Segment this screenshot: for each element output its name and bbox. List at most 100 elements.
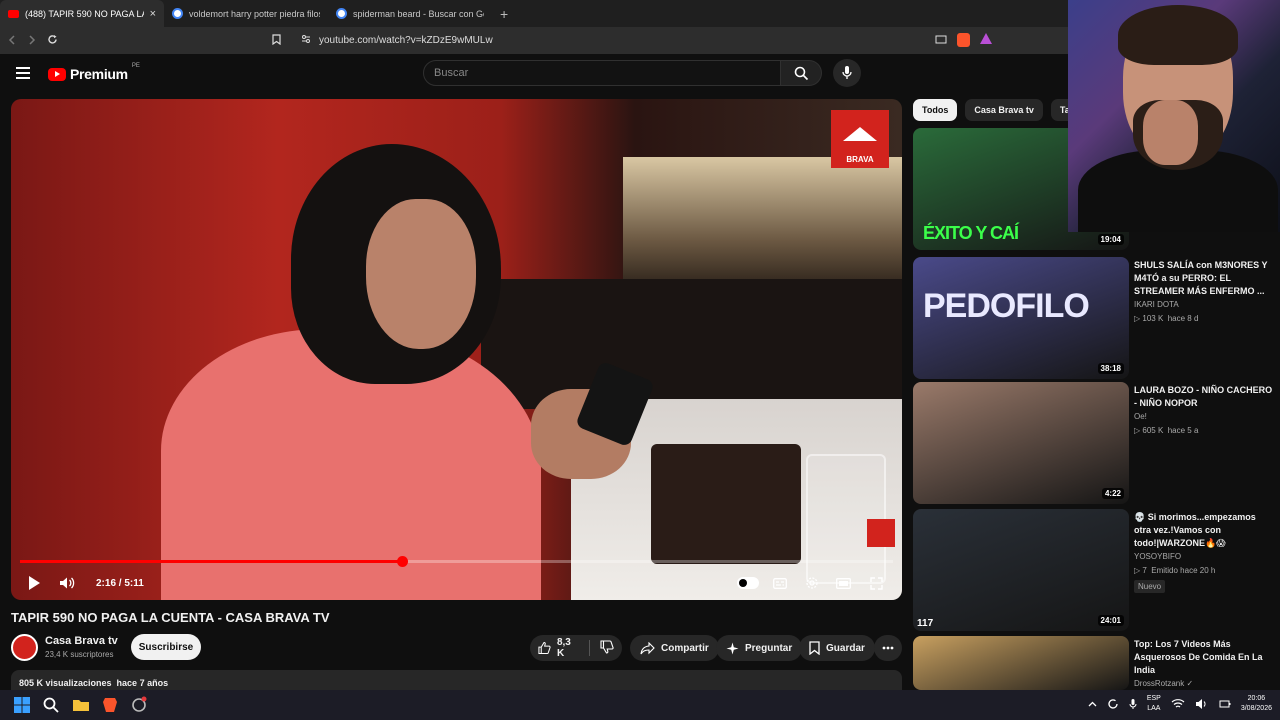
video-thumbnail[interactable]: PEDOFILO 38:18 — [913, 257, 1129, 379]
search-button[interactable] — [781, 60, 822, 86]
voice-search-button[interactable] — [833, 59, 861, 87]
address-bar: youtube.com/watch?v=kZDzE9wMULw — [0, 27, 1068, 54]
new-tab-button[interactable]: + — [492, 6, 516, 22]
video-duration: 4:22 — [1101, 488, 1124, 499]
channel-watermark-small-icon[interactable] — [867, 519, 895, 547]
search-input[interactable]: Buscar — [423, 60, 781, 86]
house-icon — [843, 127, 877, 141]
brave-rewards-icon[interactable] — [980, 33, 992, 44]
channel-avatar[interactable] — [11, 634, 38, 661]
chevron-up-icon[interactable] — [1088, 701, 1097, 707]
browser-tab-bar: (488) TAPIR 590 NO PAGA LA CU × voldemor… — [0, 0, 1068, 27]
recommendation-item[interactable]: PEDOFILO 38:18 SHULS SALÍA con M3NORES Y M… — [913, 257, 1280, 379]
play-icon — [28, 576, 40, 590]
brave-browser-icon[interactable] — [101, 696, 119, 714]
file-explorer-icon[interactable] — [72, 696, 90, 714]
input-language[interactable]: ESP LAA — [1147, 694, 1161, 714]
speaker-icon[interactable] — [1195, 698, 1209, 710]
forward-arrow-icon[interactable] — [22, 34, 42, 48]
recommendation-item[interactable]: Top: Los 7 Videos Más Asquerosos De Comi… — [913, 636, 1280, 690]
chip-casa-brava[interactable]: Casa Brava tv — [965, 99, 1043, 121]
site-info-icon[interactable] — [301, 34, 311, 47]
battery-icon[interactable] — [1219, 698, 1231, 710]
recommendation-item[interactable]: 117 24:01 💀 Si morimos...empezamos otra ve… — [913, 509, 1280, 631]
bookmark-icon[interactable] — [272, 33, 281, 48]
like-button[interactable]: 8,3 K — [538, 637, 579, 659]
video-title: TAPIR 590 NO PAGA LA CUENTA - CASA BRAVA… — [11, 610, 330, 625]
browser-tab-youtube[interactable]: (488) TAPIR 590 NO PAGA LA CU × — [0, 0, 164, 27]
video-thumbnail[interactable]: 4:22 — [913, 382, 1129, 504]
save-button[interactable]: Guardar — [799, 635, 875, 661]
back-arrow-icon[interactable] — [2, 34, 22, 48]
video-thumbnail[interactable] — [913, 636, 1129, 690]
cast-icon[interactable] — [935, 33, 947, 51]
dislike-button[interactable] — [600, 639, 614, 657]
layout-code: LAA — [1147, 705, 1161, 712]
play-button[interactable] — [25, 571, 43, 595]
channel-name[interactable]: Casa Brava tv — [45, 635, 118, 647]
subtitles-button[interactable] — [771, 571, 789, 595]
volume-button[interactable] — [57, 571, 77, 595]
chip-todos[interactable]: Todos — [913, 99, 958, 121]
webcam-overlay — [1068, 0, 1280, 232]
google-favicon-icon — [336, 8, 347, 19]
video-thumbnail[interactable]: 117 24:01 — [913, 509, 1129, 631]
mic-icon — [842, 66, 852, 79]
recommendation-title[interactable]: LAURA BOZO - NIÑO CACHERO - NIÑO NOPOR — [1134, 384, 1274, 410]
progress-scrubber[interactable] — [396, 556, 408, 567]
menu-icon[interactable] — [16, 67, 30, 79]
youtube-premium-logo[interactable]: Premium PE — [48, 63, 140, 82]
webcam-hair — [1118, 5, 1238, 65]
fullscreen-button[interactable] — [867, 571, 885, 595]
fullscreen-icon — [869, 576, 883, 590]
recommendation-channel[interactable]: YOSOYBIFO — [1134, 552, 1181, 561]
recommendation-channel[interactable]: IKARI DOTA — [1134, 300, 1179, 309]
windows-start-icon[interactable] — [13, 696, 31, 714]
video-duration: 19:04 — [1097, 234, 1124, 245]
recommendation-title[interactable]: Top: Los 7 Videos Más Asquerosos De Comi… — [1134, 638, 1274, 677]
save-label: Guardar — [826, 642, 865, 654]
url-field[interactable]: youtube.com/watch?v=kZDzE9wMULw — [272, 33, 493, 48]
share-icon — [640, 641, 655, 654]
tray-mic-icon[interactable] — [1129, 698, 1137, 710]
browser-tab-google-voldemort[interactable]: voldemort harry potter piedra filosof — [164, 0, 328, 27]
recommendation-channel[interactable]: Oe! — [1134, 412, 1147, 421]
sync-icon[interactable] — [1107, 698, 1119, 710]
tab-title: voldemort harry potter piedra filosof — [189, 8, 320, 19]
video-scene-shelf — [623, 157, 902, 297]
ask-button[interactable]: Preguntar — [716, 635, 803, 661]
recommendation-meta: ▷ 103 K hace 8 d — [1134, 314, 1199, 323]
youtube-favicon-icon — [8, 9, 19, 18]
progress-bar[interactable] — [20, 556, 893, 567]
clock[interactable]: 20:06 3/08/2026 — [1241, 694, 1272, 714]
tab-title: (488) TAPIR 590 NO PAGA LA CU — [25, 8, 144, 19]
subscribe-button[interactable]: Suscribirse — [131, 634, 201, 660]
app-settings-icon[interactable] — [130, 696, 148, 714]
share-button[interactable]: Compartir — [630, 635, 719, 661]
taskbar-search-icon[interactable] — [42, 696, 60, 714]
recommendation-meta: ▷ 605 K hace 5 a — [1134, 426, 1199, 435]
recommendation-title[interactable]: 💀 Si morimos...empezamos otra vez.!Vamos… — [1134, 511, 1274, 550]
player-controls: 2:16 / 5:11 — [11, 571, 902, 595]
more-horizontal-icon — [882, 646, 894, 650]
recommendation-channel[interactable]: DrossRotzank ✓ — [1134, 679, 1193, 688]
brave-shield-icon[interactable] — [957, 33, 970, 47]
new-badge: Nuevo — [1134, 580, 1166, 593]
settings-button[interactable] — [803, 571, 821, 595]
reload-icon[interactable] — [42, 34, 62, 48]
close-tab-icon[interactable]: × — [150, 8, 156, 20]
autoplay-toggle[interactable] — [736, 571, 760, 595]
video-player[interactable]: BRAVA 2:16 / 5:11 — [11, 99, 902, 600]
recommendation-meta: ▷ 7 Emitido hace 20 h — [1134, 566, 1216, 575]
wifi-icon[interactable] — [1171, 698, 1185, 710]
theater-mode-button[interactable] — [834, 571, 852, 595]
screen: (488) TAPIR 590 NO PAGA LA CU × voldemor… — [0, 0, 1280, 720]
google-favicon-icon — [172, 8, 183, 19]
browser-tab-google-spiderman[interactable]: spiderman beard - Buscar con Googl — [328, 0, 492, 27]
clock-time: 20:06 — [1247, 695, 1266, 702]
windows-taskbar: ESP LAA 20:06 3/08/2026 — [0, 690, 1280, 720]
recommendation-item[interactable]: 4:22 LAURA BOZO - NIÑO CACHERO - NIÑO NOP… — [913, 382, 1280, 504]
more-actions-button[interactable] — [874, 635, 902, 661]
recommendation-title[interactable]: SHULS SALÍA con M3NORES Y M4TÓ a su PERR… — [1134, 259, 1274, 298]
filter-chips: Todos Casa Brava tv Tapir — [913, 99, 1091, 121]
